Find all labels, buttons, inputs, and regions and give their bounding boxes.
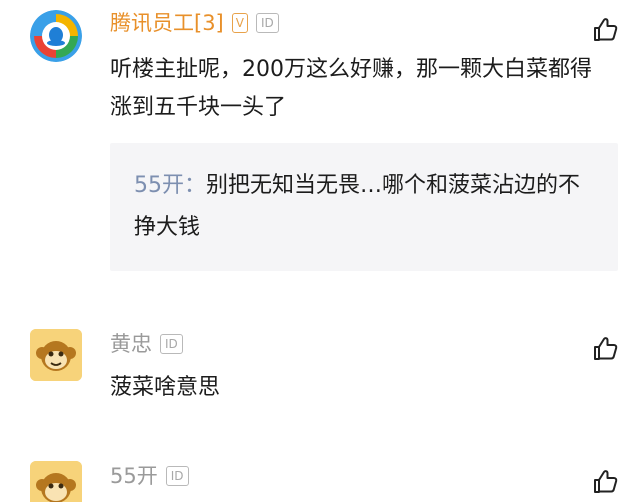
comment-meta: 55开 ID bbox=[110, 462, 189, 490]
like-button[interactable] bbox=[591, 468, 619, 496]
like-button[interactable] bbox=[591, 16, 619, 44]
thumbs-up-icon bbox=[594, 337, 618, 360]
comment-text: 听楼主扯呢，200万这么好赚，那一颗大白菜都得涨到五千块一头了 bbox=[110, 57, 592, 120]
reply-box[interactable]: 55开：别把无知当无畏…哪个和菠菜沾边的不挣大钱 bbox=[110, 143, 618, 271]
id-badge: ID bbox=[165, 466, 189, 486]
comment-item: 黄忠 ID 菠菜啥意思 bbox=[0, 320, 641, 440]
monkey-avatar bbox=[30, 329, 82, 381]
comment-meta: 黄忠 ID bbox=[110, 330, 183, 358]
vip-badge: V bbox=[231, 13, 248, 33]
reply-text-wrap: 55开：别把无知当无畏…哪个和菠菜沾边的不挣大钱 bbox=[134, 165, 596, 249]
tencent-news-logo bbox=[30, 10, 82, 62]
avatar[interactable] bbox=[30, 329, 82, 381]
monkey-avatar bbox=[30, 461, 82, 502]
id-badge: ID bbox=[255, 13, 279, 33]
id-badge: ID bbox=[160, 334, 183, 354]
thumbs-up-icon bbox=[594, 470, 618, 493]
avatar[interactable] bbox=[30, 10, 82, 62]
username[interactable]: 腾讯员工[3] bbox=[110, 9, 224, 37]
like-button[interactable] bbox=[591, 335, 619, 363]
comment-meta: 腾讯员工[3] V ID bbox=[110, 9, 279, 37]
username[interactable]: 黄忠 bbox=[110, 330, 152, 358]
thumbs-up-icon bbox=[594, 18, 618, 41]
comment-text: 菠菜啥意思 bbox=[110, 375, 221, 400]
avatar[interactable] bbox=[30, 461, 82, 502]
comment-item: 腾讯员工[3] V ID 听楼主扯呢，200万这么好赚，那一颗大白菜都得涨到五千… bbox=[0, 0, 641, 300]
username[interactable]: 55开 bbox=[110, 462, 158, 490]
comment-item: 55开 ID bbox=[0, 452, 641, 502]
reply-username[interactable]: 55开： bbox=[134, 173, 206, 198]
